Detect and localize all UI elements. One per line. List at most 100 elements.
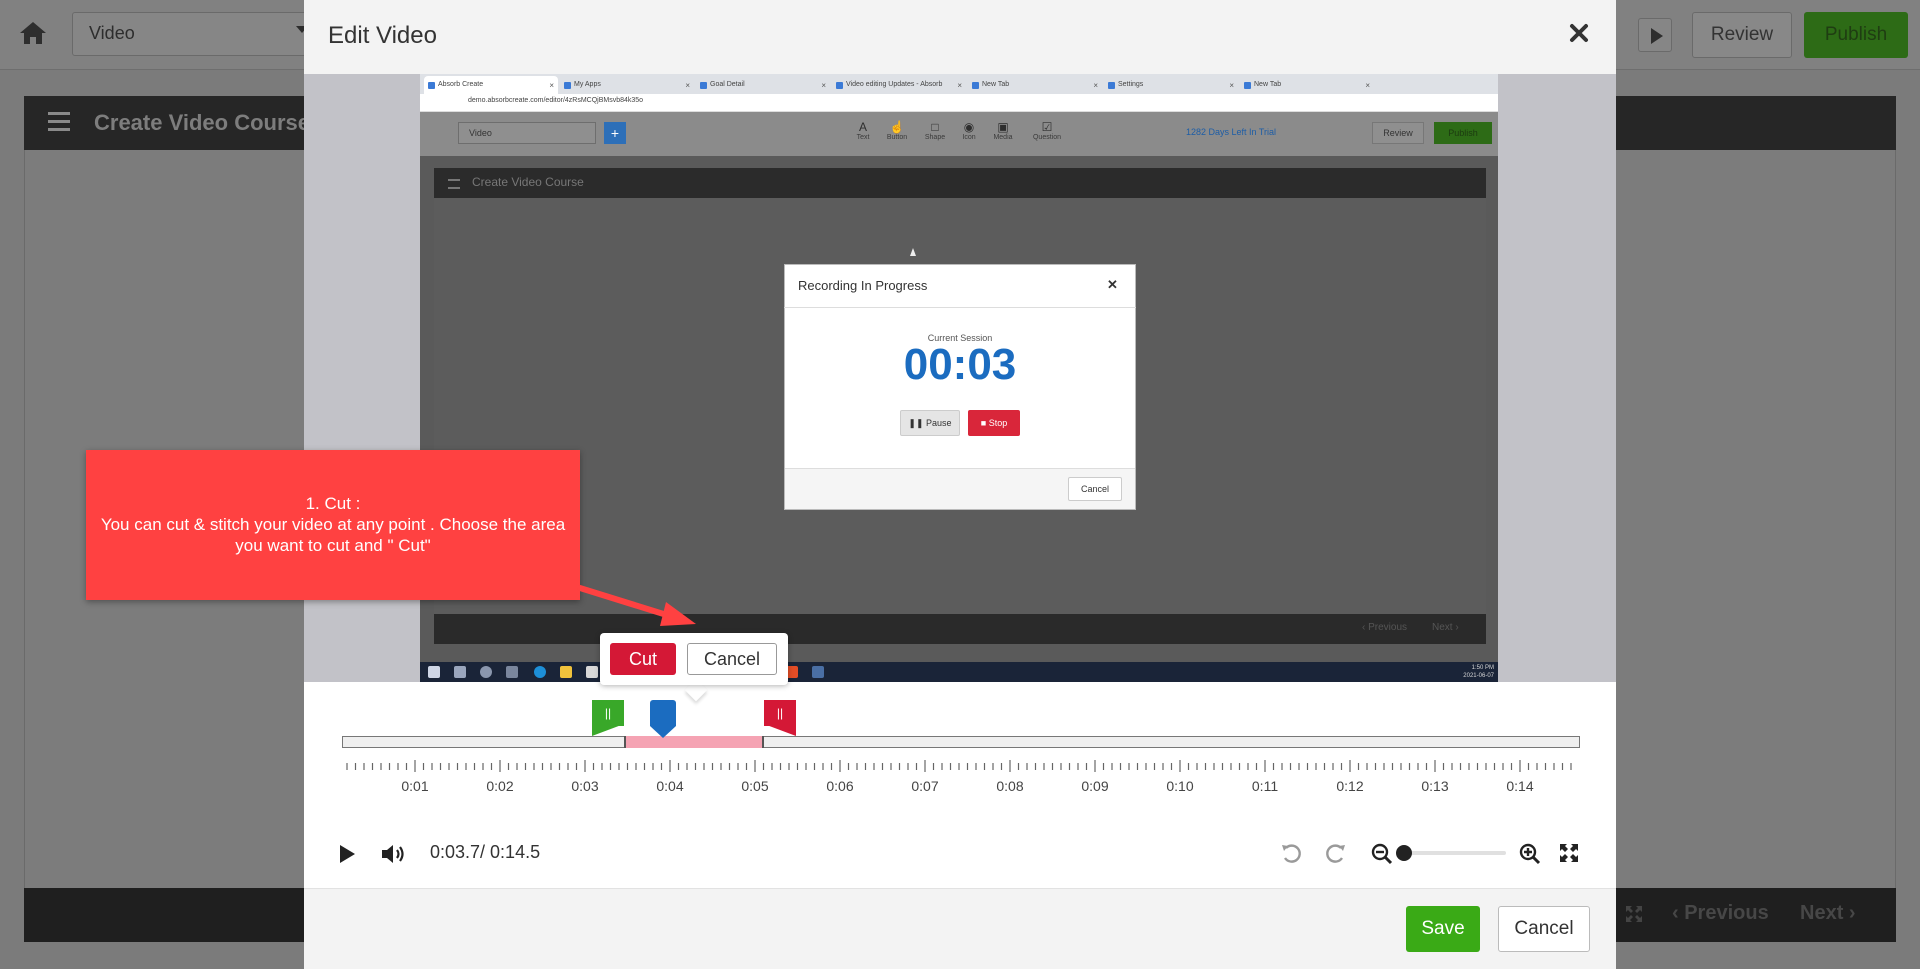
recorded-tool-label: Icon	[962, 134, 976, 141]
recorded-stop-button: ■ Stop	[968, 410, 1020, 436]
ruler-tick-label: 0:05	[741, 778, 769, 794]
pause-icon: ❚❚	[908, 418, 924, 428]
zoom-slider[interactable]	[1404, 851, 1506, 855]
recorded-tab-label: Video editing Updates - Absorb	[846, 81, 943, 88]
recorded-tab-label: Absorb Create	[438, 81, 484, 88]
range-start-handle[interactable]: ||	[592, 700, 624, 726]
range-end-handle[interactable]: ||	[764, 700, 796, 726]
task-view-icon	[506, 666, 518, 678]
timeline-ruler	[346, 760, 1572, 772]
range-start-handle-pointer	[592, 724, 624, 736]
cut-cancel-button[interactable]: Cancel	[687, 643, 777, 675]
publish-button[interactable]: Publish	[1804, 12, 1908, 58]
recorded-select: Video	[458, 122, 596, 144]
session-timer: 00:03	[903, 340, 1017, 389]
ruler-tick-label: 0:10	[1166, 778, 1194, 794]
save-button[interactable]: Save	[1406, 906, 1480, 952]
close-icon: ×	[1093, 81, 1098, 90]
recorded-tool: ◉ Icon	[952, 120, 986, 150]
close-icon[interactable]	[1568, 22, 1594, 48]
expand-icon[interactable]	[1624, 904, 1646, 926]
next-label: Next	[1800, 902, 1844, 924]
ruler-tick-label: 0:12	[1336, 778, 1364, 794]
ruler-tick-label: 0:09	[1081, 778, 1109, 794]
zoom-out-icon[interactable]	[1370, 842, 1394, 866]
recorded-tab: Video editing Updates - Absorb ×	[832, 76, 966, 94]
recorded-pause-label: Pause	[926, 418, 952, 428]
close-icon: ×	[1229, 81, 1234, 90]
playhead-marker[interactable]	[650, 700, 676, 726]
tab-favicon-icon	[1244, 82, 1251, 89]
modal-title: Edit Video	[328, 22, 437, 49]
ruler-tick-label: 0:04	[656, 778, 684, 794]
recorded-tool: ☑ Question	[1030, 120, 1064, 150]
review-button[interactable]: Review	[1692, 12, 1792, 58]
zoom-in-icon[interactable]	[1518, 842, 1542, 866]
home-icon[interactable]	[18, 20, 52, 50]
cut-button[interactable]: Cut	[610, 643, 676, 675]
tab-favicon-icon	[972, 82, 979, 89]
previous-label: Previous	[1684, 902, 1769, 924]
recorded-tool: □ Shape	[918, 120, 952, 150]
close-icon: ×	[957, 81, 962, 90]
recorded-clock-time: 1:50 PM	[1471, 665, 1494, 671]
recorded-clock: 1:50 PM 2021-06-07	[1450, 664, 1494, 680]
recorded-publish-button: Publish	[1434, 122, 1492, 144]
selected-range[interactable]	[624, 736, 764, 748]
zoom-slider-handle[interactable]	[1396, 845, 1412, 861]
redo-icon[interactable]	[1323, 842, 1347, 866]
callout-arrow-icon	[577, 585, 696, 626]
slide-type-value: Video	[89, 23, 135, 43]
recorded-tool: ☝ Button	[880, 120, 914, 150]
folder-icon	[560, 666, 572, 678]
close-icon: ✕	[1107, 277, 1118, 292]
recorded-tab-label: Settings	[1118, 81, 1144, 88]
tab-favicon-icon	[1108, 82, 1115, 89]
ruler-tick-label: 0:06	[826, 778, 854, 794]
store-icon	[586, 666, 598, 678]
ruler-tick-label: 0:08	[996, 778, 1024, 794]
menu-icon[interactable]	[48, 112, 70, 132]
recorded-cancel-button: Cancel	[1068, 477, 1122, 501]
ruler-tick-label: 0:01	[401, 778, 429, 794]
recorded-tab-label: New Tab	[982, 81, 1010, 88]
slide-type-select[interactable]: Video	[72, 12, 312, 56]
question-tool-icon: ☑	[1041, 120, 1053, 134]
recorded-tab: Settings ×	[1104, 76, 1238, 94]
fullscreen-icon[interactable]	[1558, 842, 1582, 866]
recorded-tab: New Tab ×	[968, 76, 1102, 94]
close-icon: ×	[1365, 81, 1370, 90]
ruler-tick-label: 0:07	[911, 778, 939, 794]
callout-step-title: 1. Cut :	[305, 494, 361, 513]
playhead-marker-pointer	[650, 726, 676, 738]
snagit-icon	[812, 666, 824, 678]
search-icon	[454, 666, 466, 678]
time-display: 0:03.7/ 0:14.5	[430, 842, 541, 862]
recorded-url: demo.absorbcreate.com/editor/4zRsMCQjBMs…	[468, 97, 644, 104]
play-icon[interactable]	[336, 842, 360, 866]
recorded-review-button: Review	[1372, 122, 1424, 144]
text-tool-icon: A	[858, 120, 867, 134]
recorded-tool: ▣ Media	[986, 120, 1020, 150]
tutorial-callout-text: 1. Cut : You can cut & stitch your video…	[96, 493, 570, 563]
undo-icon[interactable]	[1280, 842, 1304, 866]
recorded-tab: Absorb Create ×	[424, 76, 558, 94]
recorded-tab: My Apps ×	[560, 76, 694, 94]
recorded-previous: ‹ Previous	[1362, 622, 1408, 633]
shape-tool-icon: □	[931, 120, 939, 134]
tab-favicon-icon	[836, 82, 843, 89]
cancel-button[interactable]: Cancel	[1498, 906, 1590, 952]
close-icon: ×	[549, 81, 554, 90]
tab-favicon-icon	[564, 82, 571, 89]
next-button[interactable]: Next ›	[1800, 902, 1890, 928]
previous-button[interactable]: ‹ Previous	[1672, 902, 1792, 928]
preview-play-button[interactable]	[1638, 18, 1672, 52]
recorded-tool-label: Shape	[924, 134, 946, 141]
plus-icon: +	[604, 122, 626, 144]
recorded-tool-label: Media	[993, 134, 1013, 141]
timeline-track[interactable]	[342, 736, 1580, 748]
recorded-next: Next ›	[1432, 622, 1459, 633]
volume-icon[interactable]	[380, 842, 408, 866]
recorded-tab: New Tab ×	[1240, 76, 1374, 94]
ruler-tick-label: 0:11	[1251, 778, 1279, 794]
